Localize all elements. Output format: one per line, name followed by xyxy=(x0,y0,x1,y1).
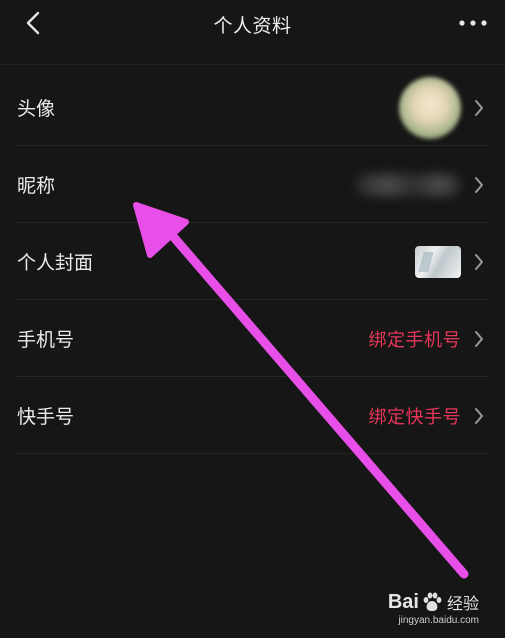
row-value-kuaishou-id: 绑定快手号 xyxy=(369,403,462,429)
profile-settings-list: 头像 昵称 个人封面 手机号 绑定手机号 快手号 绑定快手号 xyxy=(0,69,505,454)
row-phone[interactable]: 手机号 绑定手机号 xyxy=(0,300,505,377)
top-bar: 个人资料 xyxy=(0,0,505,50)
row-kuaishou-id[interactable]: 快手号 绑定快手号 xyxy=(0,377,505,454)
row-label-nickname: 昵称 xyxy=(17,175,56,197)
cover-thumbnail xyxy=(415,245,461,278)
avatar xyxy=(399,76,461,139)
row-value-cover xyxy=(415,245,461,278)
more-options-button[interactable] xyxy=(455,8,491,38)
bind-kuaishou-id-link[interactable]: 绑定快手号 xyxy=(369,403,462,429)
bind-phone-link[interactable]: 绑定手机号 xyxy=(369,326,462,352)
row-label-avatar: 头像 xyxy=(17,98,56,120)
row-nickname[interactable]: 昵称 xyxy=(0,146,505,223)
chevron-right-icon xyxy=(473,330,485,348)
chevron-right-icon xyxy=(473,176,485,194)
chevron-right-icon xyxy=(473,99,485,117)
header-divider xyxy=(0,64,505,65)
row-label-phone: 手机号 xyxy=(17,329,75,351)
watermark-brand-left: Bai xyxy=(387,590,419,613)
blurred-nickname xyxy=(356,173,461,196)
row-label-cover: 个人封面 xyxy=(17,252,94,274)
chevron-right-icon xyxy=(473,253,485,271)
row-label-kuaishou-id: 快手号 xyxy=(17,406,75,428)
baidu-jingyan-watermark: Bai 经验 jingyan.baidu.com xyxy=(387,590,479,627)
watermark-brand-right: 经验 xyxy=(446,596,479,613)
row-value-phone: 绑定手机号 xyxy=(369,326,462,352)
more-dots-icon xyxy=(459,20,487,26)
row-cover[interactable]: 个人封面 xyxy=(0,223,505,300)
watermark-url: jingyan.baidu.com xyxy=(398,615,479,626)
baidu-paw-icon xyxy=(423,592,442,612)
row-value-avatar xyxy=(399,76,461,139)
row-avatar[interactable]: 头像 xyxy=(0,69,505,146)
chevron-right-icon xyxy=(473,407,485,425)
page-title: 个人资料 xyxy=(213,15,292,37)
row-value-nickname xyxy=(356,173,461,196)
